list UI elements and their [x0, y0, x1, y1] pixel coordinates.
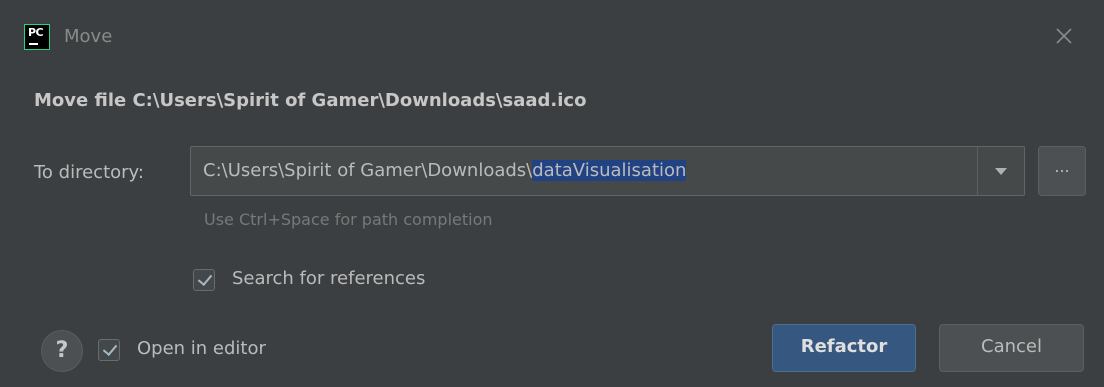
pycharm-app-icon: PC — [24, 24, 50, 50]
close-icon[interactable] — [1052, 24, 1076, 48]
directory-path-prefix: C:\Users\Spirit of Gamer\Downloads\ — [203, 160, 533, 181]
search-references-checkbox[interactable] — [193, 269, 215, 291]
open-in-editor-label[interactable]: Open in editor — [137, 338, 266, 359]
move-dialog: PC Move Move file C:\Users\Spirit of Gam… — [0, 0, 1104, 387]
help-button[interactable]: ? — [41, 330, 83, 372]
directory-selected-text: dataVisualisation — [532, 160, 687, 181]
directory-combobox[interactable]: C:\Users\Spirit of Gamer\Downloads\dataV… — [190, 146, 1025, 196]
open-in-editor-checkbox[interactable] — [98, 339, 120, 361]
path-completion-hint: Use Ctrl+Space for path completion — [204, 210, 493, 229]
checkmark-icon — [197, 270, 213, 287]
app-icon-text: PC — [28, 26, 44, 39]
browse-button[interactable]: ... — [1038, 146, 1086, 196]
window-title: Move — [64, 26, 113, 47]
dialog-header: Move file C:\Users\Spirit of Gamer\Downl… — [34, 90, 587, 111]
title-bar: PC Move — [0, 0, 1104, 68]
chevron-down-icon — [995, 168, 1007, 175]
refactor-button[interactable]: Refactor — [772, 324, 916, 372]
dropdown-button[interactable] — [978, 147, 1024, 195]
directory-input[interactable]: C:\Users\Spirit of Gamer\Downloads\dataV… — [203, 160, 687, 181]
to-directory-label: To directory: — [34, 162, 144, 183]
search-references-label[interactable]: Search for references — [232, 268, 425, 289]
cancel-button[interactable]: Cancel — [939, 324, 1084, 372]
checkmark-icon — [102, 340, 118, 357]
